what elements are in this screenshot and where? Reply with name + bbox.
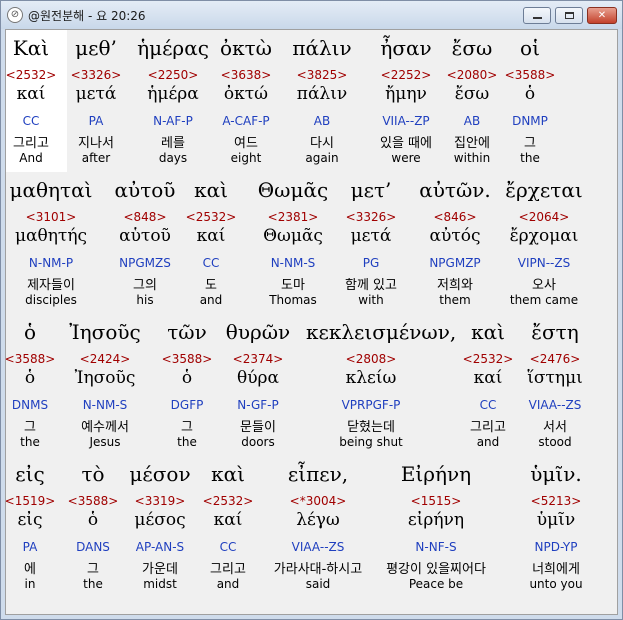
word-english: said [305,577,331,591]
word-lemma: κλείω [345,368,397,388]
word-greek: οἱ [520,36,540,60]
word-english: being shut [339,435,403,449]
word-strong: <2476> [529,352,581,366]
word-english: stood [538,435,572,449]
word-column[interactable]: ὑμῖν. <5213> ὑμῖν NPD-YP 너희에게 unto you [491,462,621,597]
word-greek: θυρῶν [225,320,291,344]
word-column[interactable]: εἶπεν, <*3004> λέγω VIAA--ZS 가라사대-하시고 said [253,462,383,597]
word-lemma: ἵστημι [527,368,583,388]
word-parse: N-GF-P [237,398,279,412]
word-column[interactable]: Εἰρήνη <1515> εἰρήνη N-NF-S 평강이 있을찌어다 Peace b… [371,462,501,597]
word-greek: ἔρχεται [505,178,583,202]
word-english: them came [509,293,579,307]
close-button[interactable]: ✕ [587,7,617,24]
word-column[interactable]: ἔστη <2476> ἵστημι VIAA--ZS 서서 stood [490,320,620,455]
window-title: @원전분해 - 요 20:26 [28,9,146,23]
word-parse: N-NF-S [415,540,457,554]
word-english: unto you [529,577,583,591]
word-column[interactable]: κεκλεισμένων, <2808> κλείω VPRPGF-P 닫혔는데 bein… [306,320,457,455]
minimize-icon [532,17,542,19]
maximize-icon [564,12,574,19]
word-lemma: εἰρήνη [407,510,465,530]
word-english: the [520,151,540,165]
word-lemma: ὁ [524,84,536,104]
word-greek: Εἰρήνη [400,462,472,486]
app-icon[interactable]: ⊘ [7,7,23,23]
word-greek: εἶπεν, [287,462,349,486]
close-icon: ✕ [597,10,607,21]
word-parse: VPRPGF-P [341,398,401,412]
word-korean: 닫혔는데 [347,420,395,435]
word-parse: NPD-YP [534,540,578,554]
word-strong: <2374> [232,352,284,366]
word-lemma: ὑμῖν [536,510,576,530]
maximize-button[interactable] [555,7,583,24]
word-strong: <3588> [504,68,556,82]
interlinear-panel: Καὶ <2532> καί CC 그리고 And μεθ’ <3326> μετά PA 지나서 a… [5,29,618,615]
word-korean: 오사 [532,278,556,293]
word-strong: <2808> [345,352,397,366]
word-korean: 문들이 [240,420,276,435]
word-parse: VIAA--ZS [528,398,582,412]
word-korean: 서서 [543,420,567,435]
word-column[interactable]: θυρῶν <2374> θύρα N-GF-P 문들이 doors [193,320,323,455]
word-strong: <5213> [530,494,582,508]
word-lemma: θύρα [236,368,280,388]
word-korean: 너희에게 [532,562,580,577]
word-greek: ἔστη [531,320,579,344]
word-parse: VIPN--ZS [517,256,571,270]
word-greek: κεκλεισμένων, [306,320,457,344]
word-korean: 평강이 있을찌어다 [386,562,486,577]
word-greek: ὑμῖν. [530,462,582,486]
word-strong: <*3004> [289,494,347,508]
title-bar[interactable]: ⊘ @원전분해 - 요 20:26 ✕ [1,1,622,29]
word-strong: <2064> [518,210,570,224]
word-english: doors [241,435,275,449]
word-lemma: ἔρχομαι [509,226,579,246]
word-lemma: λέγω [296,510,340,530]
app-window: ⊘ @원전분해 - 요 20:26 ✕ Καὶ <2532> καί CC 그리고 And… [0,0,623,620]
word-column[interactable]: οἱ <3588> ὁ DNMP 그 the [465,36,595,171]
word-korean: 그 [524,136,536,151]
word-column[interactable]: ἔρχεται <2064> ἔρχομαι VIPN--ZS 오사 them came [479,178,609,313]
word-parse: VIAA--ZS [291,540,345,554]
word-korean: 가라사대-하시고 [273,562,363,577]
minimize-button[interactable] [523,7,551,24]
word-strong: <1515> [410,494,462,508]
word-english: Peace be [408,577,464,591]
word-parse: DNMP [512,114,548,128]
